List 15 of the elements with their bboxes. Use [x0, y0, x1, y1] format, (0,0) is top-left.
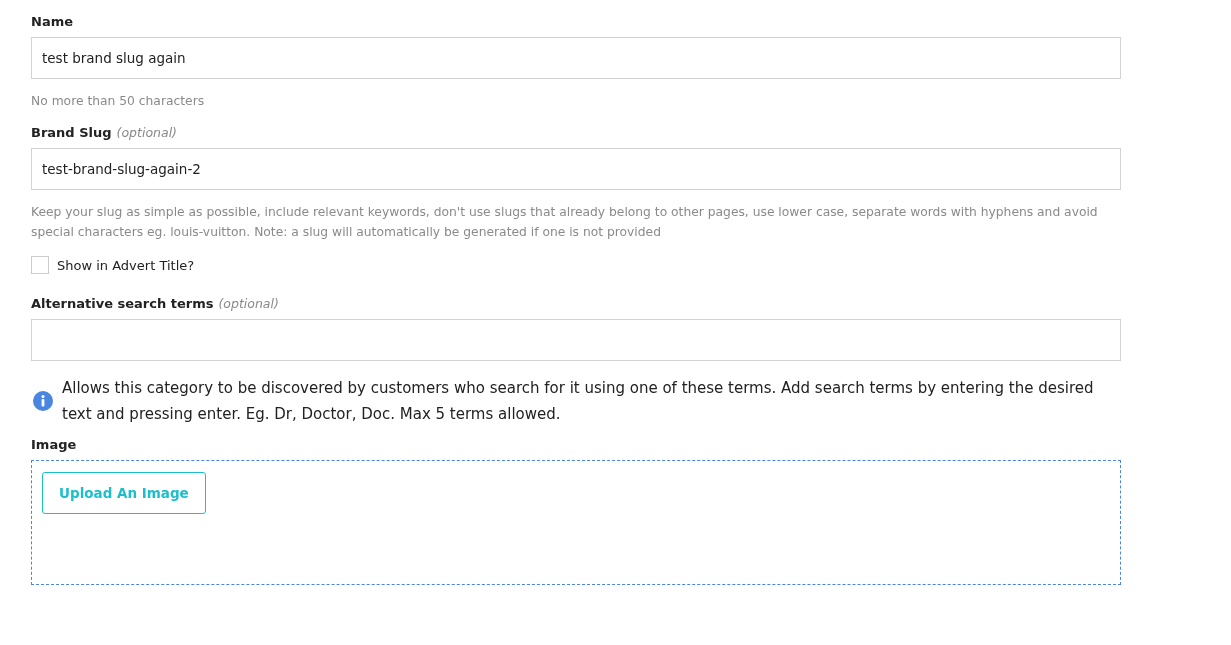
field-label: Image — [31, 437, 77, 452]
name-field[interactable]: test brand slug again — [31, 37, 1121, 79]
field-label: Brand Slug — [31, 125, 112, 140]
slug-field[interactable]: test-brand-slug-again-2 — [31, 148, 1121, 190]
help-text: Keep your slug as simple as possible, include relevant keywords, don't use slugs that already belong to other pages, use lower case, separate words with hyphens and avoid special characters eg. louis-vuitton. Note: a slug will automatically be generated if one is not provided — [31, 204, 1099, 241]
optional-tag: (optional) — [116, 125, 177, 140]
field-label: Name — [31, 14, 73, 29]
info-text: Allows this category to be discovered by customers who search for it using one of these terms. Add search terms by entering the desired text and pressing enter. Eg. Dr, Doctor, Doc. Max 5 terms allowed. — [62, 378, 1095, 425]
optional-tag: (optional) — [218, 296, 279, 311]
help-text: No more than 50 characters — [31, 93, 206, 110]
info-icon — [33, 391, 53, 411]
checkbox-label: Show in Advert Title? — [57, 257, 195, 273]
checkbox[interactable] — [31, 256, 49, 274]
search-terms-field[interactable] — [31, 319, 1121, 361]
field-label: Alternative search terms — [31, 296, 214, 311]
